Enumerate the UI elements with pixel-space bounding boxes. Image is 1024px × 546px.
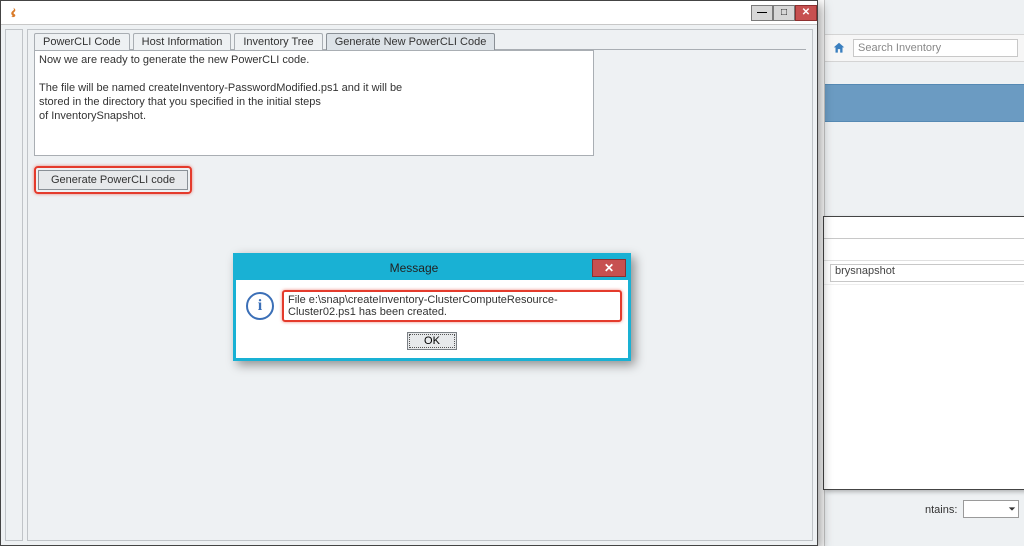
ok-button[interactable]: OK [407, 332, 457, 350]
home-icon[interactable] [831, 40, 847, 56]
message-text-highlight: File e:\snap\createInventory-ClusterComp… [282, 290, 622, 322]
tab-inventory-tree[interactable]: Inventory Tree [234, 33, 322, 50]
message-dialog: Message ✕ i File e:\snap\createInventory… [233, 253, 631, 361]
message-dialog-titlebar: Message ✕ [236, 256, 628, 280]
tab-powercli-code[interactable]: PowerCLI Code [34, 33, 130, 50]
tab-generate-new-powercli-code[interactable]: Generate New PowerCLI Code [326, 33, 496, 50]
tab-bar: PowerCLI Code Host Information Inventory… [28, 32, 812, 49]
secondary-window-body: ? brysnapshot [824, 239, 1024, 489]
background-ribbon [825, 84, 1024, 122]
close-button[interactable]: ✕ [592, 259, 626, 277]
maximize-button[interactable]: □ [773, 5, 795, 21]
message-text: File e:\snap\createInventory-ClusterComp… [288, 294, 558, 318]
instructions-textarea[interactable]: Now we are ready to generate the new Pow… [34, 50, 594, 156]
secondary-window: — □ ✕ ? brysnapshot [823, 216, 1024, 490]
close-button[interactable]: ✕ [795, 5, 817, 21]
tab-content: Now we are ready to generate the new Pow… [34, 49, 806, 194]
tab-host-information[interactable]: Host Information [133, 33, 232, 50]
left-rail [5, 29, 23, 541]
search-inventory-input[interactable]: Search Inventory [853, 39, 1018, 57]
minimize-button[interactable]: — [751, 5, 773, 21]
secondary-search-input[interactable]: brysnapshot [830, 264, 1024, 282]
generate-button-highlight: Generate PowerCLI code [34, 166, 192, 194]
main-window-titlebar: — □ ✕ [1, 1, 817, 25]
message-dialog-body: i File e:\snap\createInventory-ClusterCo… [236, 280, 628, 358]
secondary-search-row: brysnapshot [824, 261, 1024, 285]
message-dialog-title: Message [236, 261, 592, 275]
secondary-toolbar: ? [824, 239, 1024, 261]
generate-powercli-button[interactable]: Generate PowerCLI code [38, 170, 188, 190]
filter-contains-select[interactable] [963, 500, 1019, 518]
filter-contains-label: ntains: [925, 504, 957, 516]
secondary-window-titlebar: — □ ✕ [824, 217, 1024, 239]
info-icon: i [246, 292, 274, 320]
background-toolbar: Search Inventory [825, 34, 1024, 62]
java-icon [5, 5, 21, 21]
